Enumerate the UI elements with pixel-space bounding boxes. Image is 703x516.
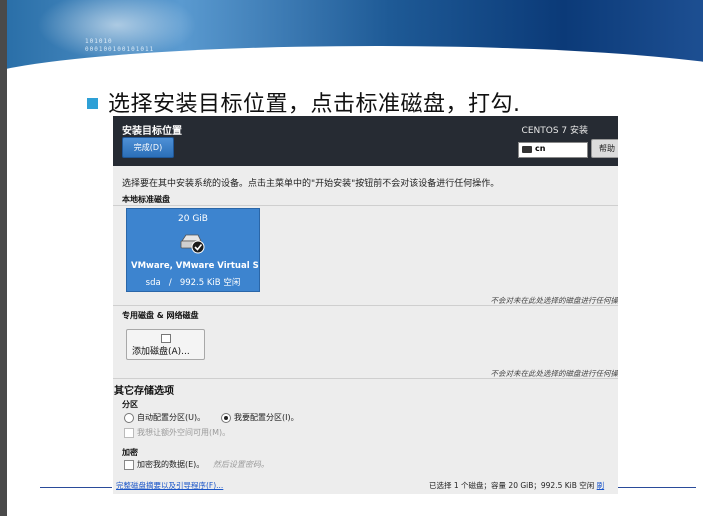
encryption-title: 加密 (122, 448, 138, 457)
divider (113, 205, 618, 206)
window-title: 安装目标位置 (122, 126, 182, 137)
installer-screenshot: 安装目标位置 完成(D) CENTOS 7 安装 cn 帮助 选择要在其中安装系… (113, 116, 618, 494)
product-title: CENTOS 7 安装 (521, 126, 588, 136)
encrypt-checkbox[interactable] (124, 460, 134, 470)
installer-header: 安装目标位置 完成(D) CENTOS 7 安装 cn 帮助 (113, 116, 618, 166)
encrypt-hint: 然后设置密码。 (212, 460, 269, 469)
done-button[interactable]: 完成(D) (122, 137, 174, 158)
auto-partition-label[interactable]: 自动配置分区(U)。 (137, 412, 205, 423)
extra-space-label: 我想让额外空间可用(M)。 (137, 428, 231, 437)
slide-title: 选择安装目标位置，点击标准磁盘，打勾. (108, 92, 521, 117)
slide-footer-line-left (40, 487, 112, 488)
encrypt-label-text[interactable]: 加密我的数据(E)。 (137, 460, 204, 469)
special-disks-title: 专用磁盘 & 网络磁盘 (122, 311, 199, 320)
slide-banner: 101010 000100100101011 (7, 0, 703, 72)
add-disk-label: 添加磁盘(A)... (132, 347, 190, 357)
help-button[interactable]: 帮助 (591, 139, 618, 158)
disk-separator: / (168, 278, 172, 288)
selection-status: 已选择 1 个磁盘；容量 20 GiB；992.5 KiB 空闲 刷 (429, 480, 604, 491)
refresh-link[interactable]: 刷 (597, 481, 605, 490)
encrypt-label: 加密我的数据(E)。 然后设置密码。 (137, 459, 269, 470)
partitioning-title: 分区 (122, 400, 138, 409)
hard-disk-checked-icon (180, 234, 205, 254)
disk-add-icon (161, 334, 171, 343)
keyboard-layout-label: cn (535, 144, 546, 153)
bullet-square-icon (87, 98, 98, 109)
add-disk-button[interactable]: 添加磁盘(A)... (126, 329, 205, 360)
disk-name: VMware, VMware Virtual S (131, 261, 259, 271)
manual-partition-label[interactable]: 我要配置分区(I)。 (234, 412, 299, 423)
slide-left-bar (0, 0, 7, 516)
extra-space-checkbox[interactable] (124, 428, 134, 438)
keyboard-icon (522, 146, 532, 153)
divider (113, 305, 618, 306)
disk-details: sda / 992.5 KiB 空闲 (127, 276, 259, 288)
disk-device: sda (145, 278, 161, 288)
banner-digits-line: 101010 (85, 38, 113, 45)
manual-partition-radio[interactable] (221, 413, 231, 423)
divider (113, 378, 618, 379)
selection-status-text: 已选择 1 个磁盘；容量 20 GiB；992.5 KiB 空闲 (429, 481, 595, 490)
slide-footer-line-right (618, 487, 696, 488)
disk-size: 20 GiB (178, 214, 208, 224)
device-description: 选择要在其中安装系统的设备。点击主菜单中的"开始安装"按钮前不会对该设备进行任何… (122, 179, 500, 189)
local-disks-title: 本地标准磁盘 (122, 195, 170, 204)
keyboard-layout-indicator[interactable]: cn (518, 142, 588, 158)
disk-summary-link[interactable]: 完整磁盘摘要以及引导程序(F)... (116, 480, 223, 491)
banner-digits: 101010 000100100101011 (85, 38, 154, 54)
disk-tile-sda[interactable]: 20 GiB VMware, VMware Virtual S sda / 99… (126, 208, 260, 292)
auto-partition-radio[interactable] (124, 413, 134, 423)
disk-free: 992.5 KiB 空闲 (179, 278, 241, 288)
other-storage-title: 其它存储选项 (114, 386, 174, 397)
